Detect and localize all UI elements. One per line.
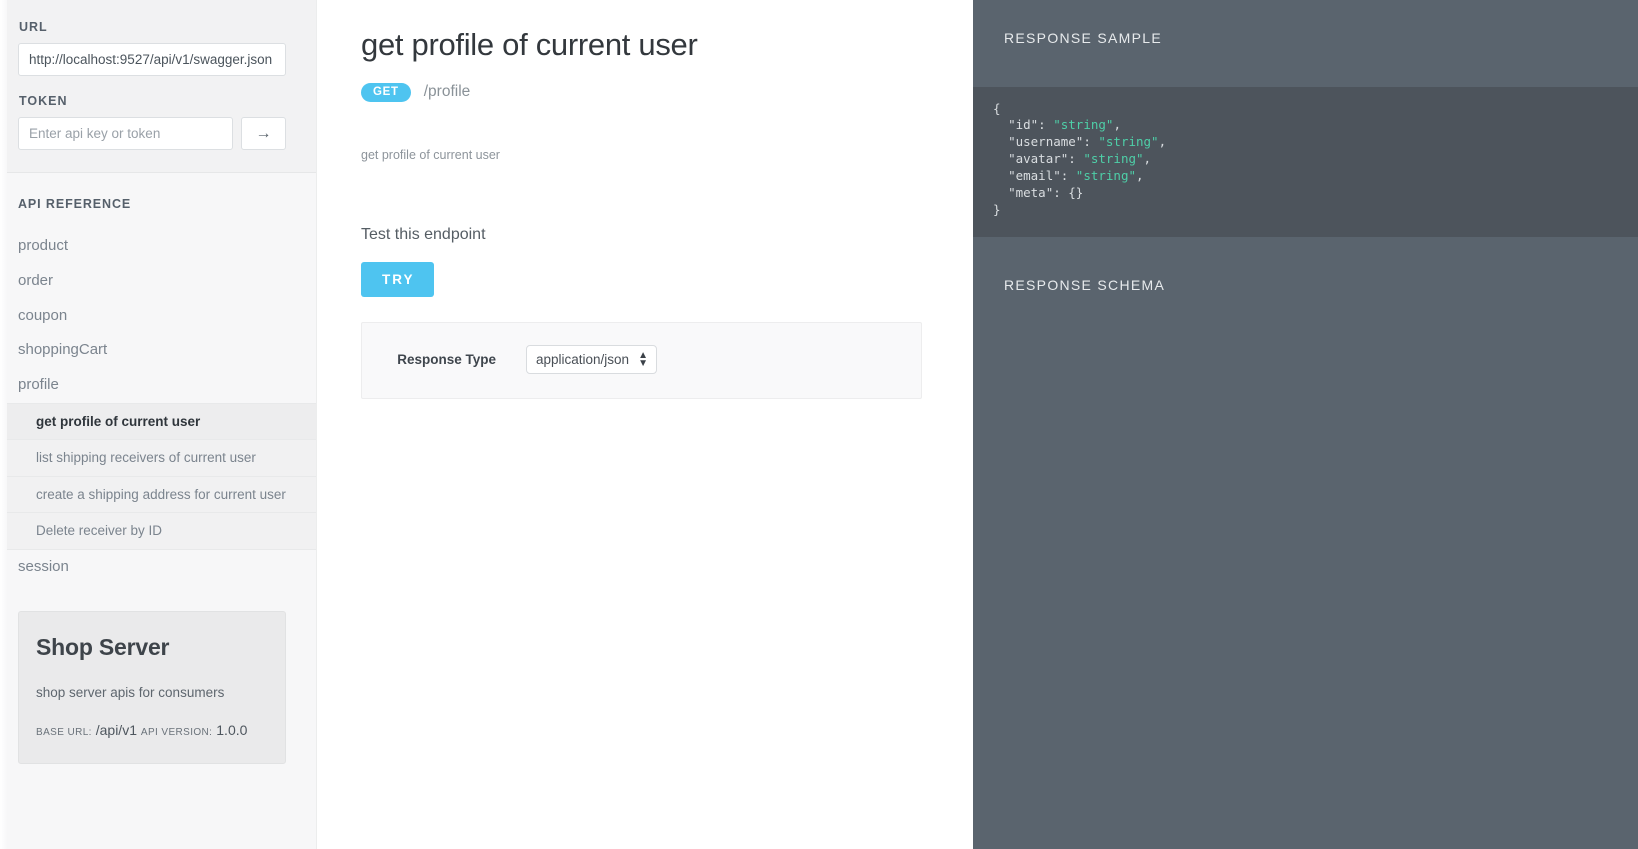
server-meta: base url: /api/v1 api version: 1.0.0 — [36, 722, 268, 739]
endpoint-detail: get profile of current user GET /profile… — [317, 0, 973, 849]
nav-sub-list: get profile of current user list shipping… — [0, 402, 316, 550]
response-sample-heading: RESPONSE SAMPLE — [1004, 30, 1162, 46]
response-type-select[interactable]: application/json — [526, 345, 657, 374]
nav-group-profile[interactable]: profile — [0, 368, 316, 403]
page-title: get profile of current user — [361, 27, 698, 62]
nav-group-session[interactable]: session — [0, 550, 316, 585]
request-params-panel: Response Type application/json ▲ ▼ — [361, 322, 922, 399]
code-line: "username": "string", — [1008, 134, 1167, 150]
code-line: "avatar": "string", — [1008, 151, 1152, 167]
server-title: Shop Server — [36, 633, 170, 660]
code-line: "id": "string", — [1008, 117, 1121, 133]
api-version-key: api version: — [140, 726, 213, 738]
arrow-right-icon[interactable]: → — [241, 117, 286, 150]
sidebar-connection-form: URL TOKEN → — [0, 0, 316, 173]
base-url-value: /api/v1 — [95, 721, 137, 738]
test-endpoint-heading: Test this endpoint — [361, 226, 486, 243]
code-line: } — [993, 201, 1001, 217]
code-line: { — [993, 100, 1001, 116]
api-version-value: 1.0.0 — [216, 721, 248, 738]
nav-item-2[interactable]: create a shipping address for current us… — [0, 477, 316, 514]
nav-group-product[interactable]: product — [0, 229, 316, 264]
method-row: GET /profile — [361, 82, 933, 102]
api-reference-nav: API REFERENCE product order coupon shopping… — [0, 173, 316, 764]
response-schema-heading: RESPONSE SCHEMA — [1004, 277, 1166, 294]
server-info-card: Shop Server shop server apis for consume… — [18, 610, 286, 764]
try-button[interactable]: TRY — [361, 262, 434, 297]
api-docs-app: URL TOKEN → API REFERENCE productorderco… — [0, 0, 1638, 849]
token-row: → — [18, 117, 298, 150]
endpoint-description: get profile of current user — [361, 148, 500, 162]
nav-group-coupon[interactable]: coupon — [0, 299, 316, 334]
server-description: shop server apis for consumers — [36, 684, 225, 700]
nav-heading: API REFERENCE — [18, 197, 132, 211]
nav-group-shoppingcart[interactable]: shoppingCart — [0, 333, 316, 368]
response-sample-code: { "id": "string", "username": "string", … — [973, 86, 1638, 237]
code-line: "email": "string", — [1008, 168, 1144, 183]
http-method-badge: GET — [361, 82, 411, 102]
response-panel: RESPONSE SAMPLE { "id": "string", "usern… — [973, 0, 1638, 849]
nav-group-list: product order coupon shoppingCart profile get… — [0, 229, 316, 585]
code-line: "meta": {} — [1008, 184, 1084, 200]
sidebar: URL TOKEN → API REFERENCE productorderco… — [0, 0, 317, 849]
url-input[interactable] — [18, 43, 286, 76]
base-url-key: base url: — [36, 726, 92, 738]
nav-item-1[interactable]: list shipping receivers of current user — [0, 440, 316, 477]
token-label: TOKEN — [19, 94, 68, 108]
url-label: URL — [19, 20, 48, 34]
nav-group-order[interactable]: order — [0, 264, 316, 299]
response-type-label: Response Type — [397, 352, 496, 367]
nav-item-3[interactable]: Delete receiver by ID — [0, 513, 316, 549]
endpoint-path: /profile — [423, 83, 471, 101]
response-type-select-wrap: application/json ▲ ▼ — [526, 345, 657, 374]
nav-item-0[interactable]: get profile of current user — [0, 403, 316, 441]
token-input[interactable] — [18, 117, 233, 150]
